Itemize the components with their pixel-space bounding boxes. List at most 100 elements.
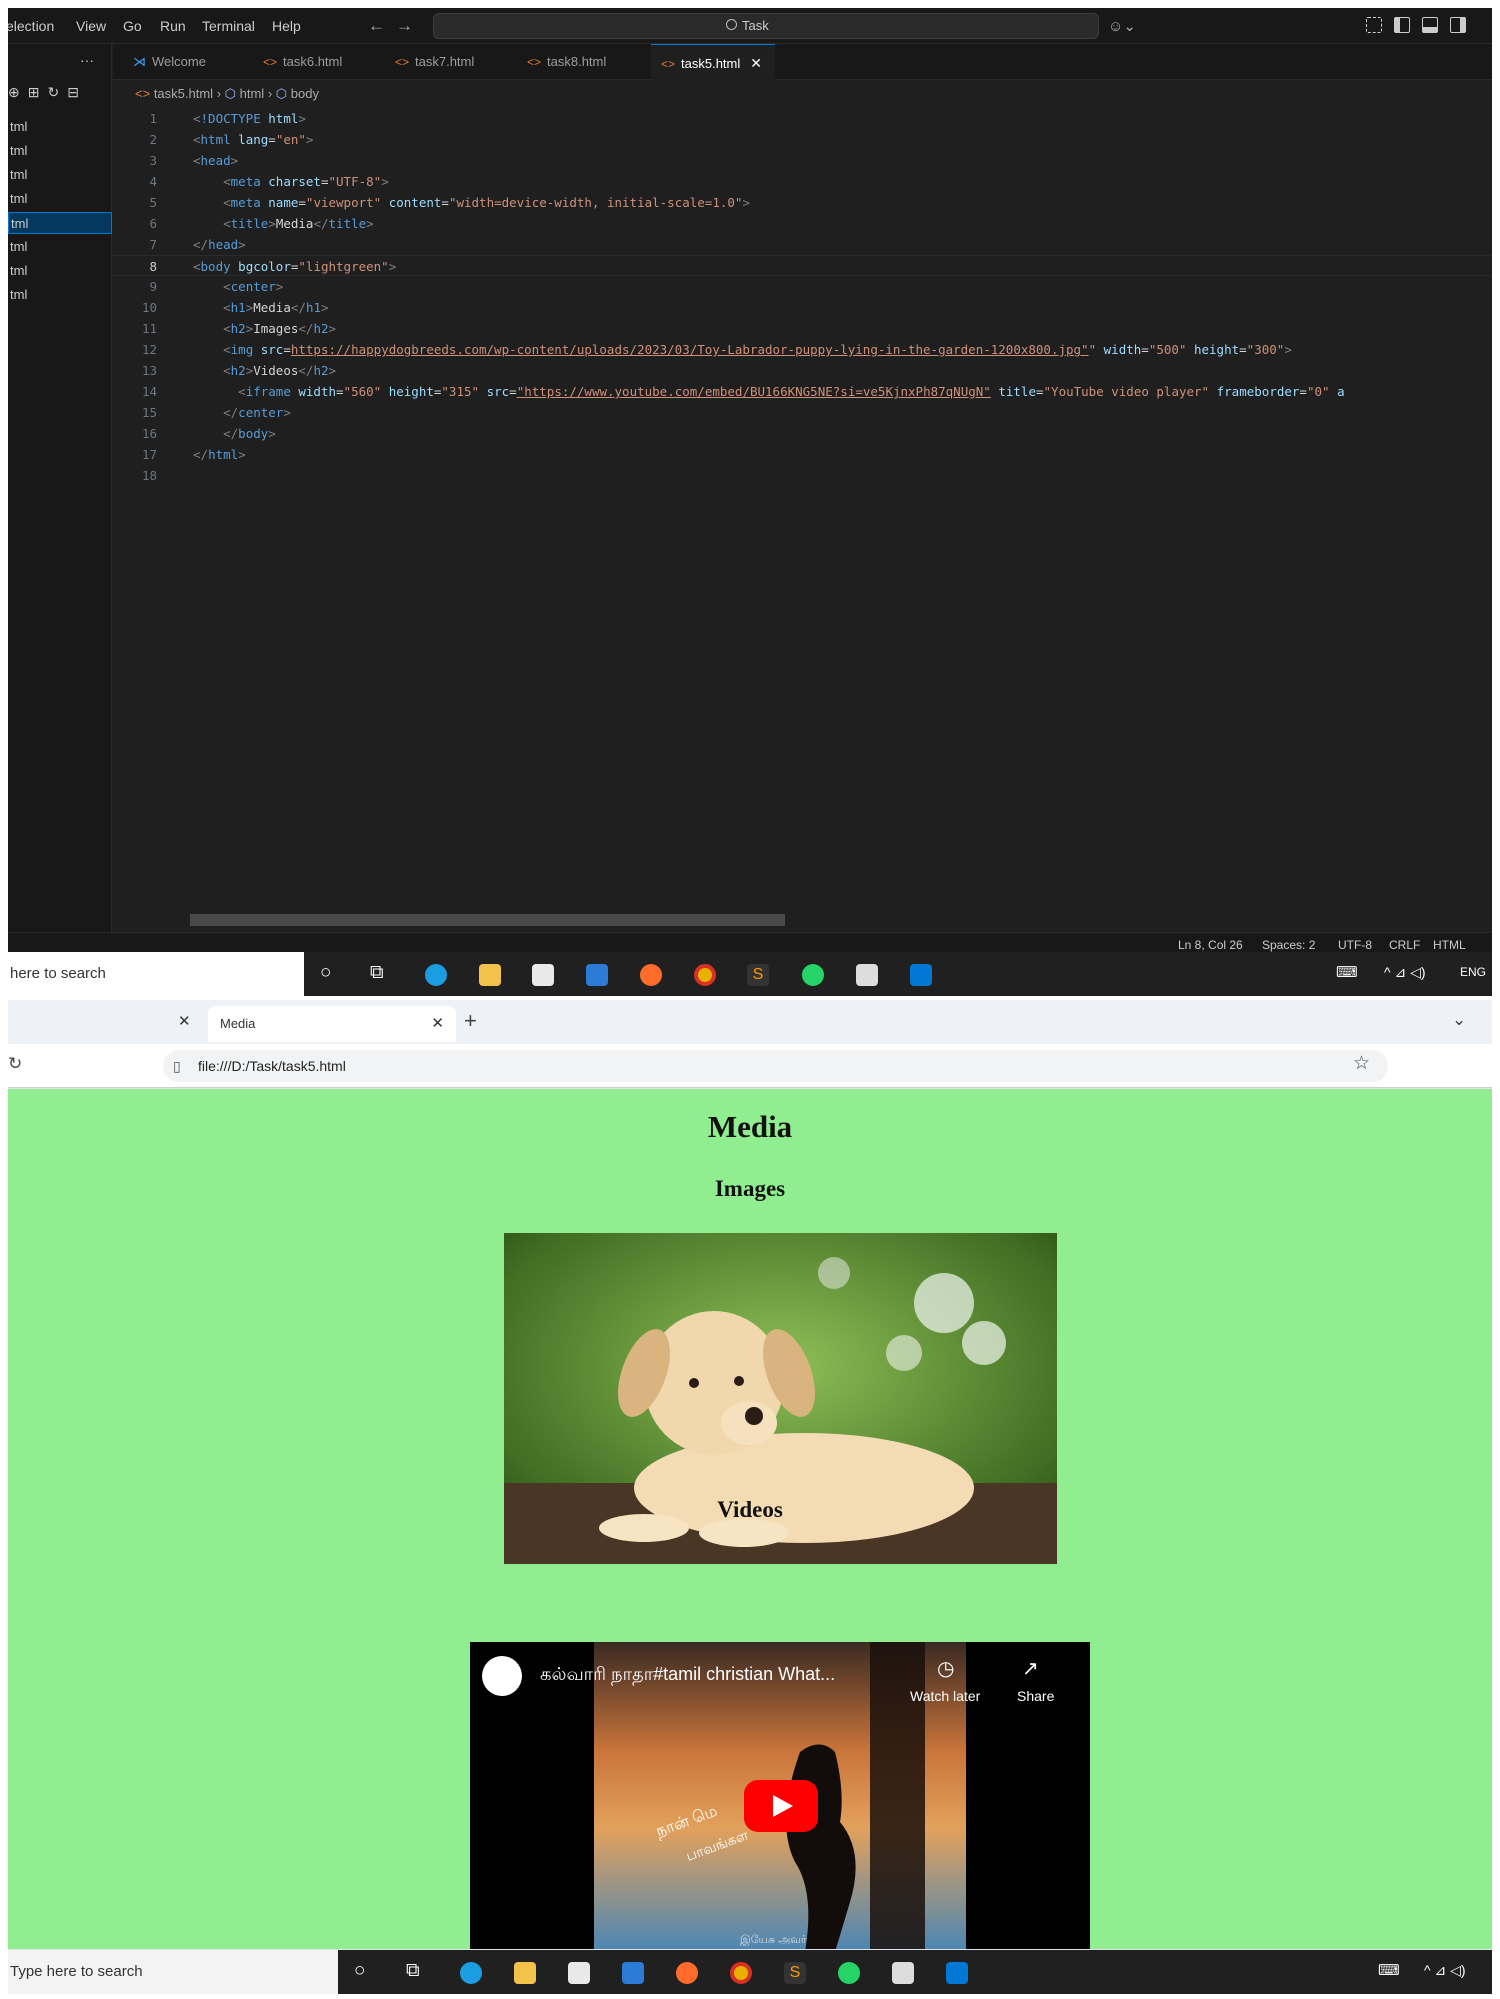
customize-layout-icon[interactable] xyxy=(1366,17,1382,33)
forward-arrow-icon[interactable]: → xyxy=(396,16,413,36)
document-app-icon[interactable] xyxy=(892,1962,914,1984)
tab-task8[interactable]: <> task8.html xyxy=(517,44,645,80)
toggle-secondary-sidebar-icon[interactable] xyxy=(1450,17,1466,33)
encoding[interactable]: UTF-8 xyxy=(1338,938,1372,952)
file-explorer-icon[interactable] xyxy=(514,1962,536,1984)
code-line[interactable]: 14 <iframe width="560" height="315" src=… xyxy=(113,381,1492,402)
menu-run[interactable]: Run xyxy=(160,18,186,34)
video-title[interactable]: கல்வாரி நாதா#tamil christian What... xyxy=(540,1664,835,1687)
browser-tab[interactable]: Media ✕ xyxy=(208,1006,456,1042)
tray-icons[interactable]: ^ ⊿ ◁) xyxy=(1384,964,1426,981)
share-label[interactable]: Share xyxy=(1017,1688,1054,1704)
horizontal-scrollbar[interactable] xyxy=(190,914,785,926)
code-editor[interactable]: 1 <!DOCTYPE html> 2 <html lang="en"> 3 <head>… xyxy=(113,108,1492,928)
keyboard-icon[interactable]: ⌨ xyxy=(1378,1961,1400,1979)
code-line[interactable]: 12 <img src=https://happydogbreeds.com/w… xyxy=(113,339,1492,360)
code-line[interactable]: 13 <h2>Videos</h2> xyxy=(113,360,1492,381)
code-line[interactable]: 8 <body bgcolor="lightgreen"> xyxy=(113,255,1492,276)
mail-icon[interactable] xyxy=(586,964,608,986)
explorer-file[interactable]: tml xyxy=(8,140,112,162)
cursor-position[interactable]: Ln 8, Col 26 xyxy=(1178,938,1243,952)
bookmark-star-icon[interactable]: ☆ xyxy=(1353,1052,1370,1075)
code-line[interactable]: 15 </center> xyxy=(113,402,1492,423)
clock-icon[interactable]: ◷ xyxy=(937,1656,954,1681)
copilot-icon[interactable]: ☺⌄ xyxy=(1108,17,1136,35)
watch-later-label[interactable]: Watch later xyxy=(910,1688,980,1704)
explorer-file[interactable]: tml xyxy=(8,188,112,210)
youtube-embed[interactable]: கல்வாரி நாதா#tamil christian What... ◷ W… xyxy=(470,1642,1090,1949)
code-line[interactable]: 11 <h2>Images</h2> xyxy=(113,318,1492,339)
code-line[interactable]: 7 </head> xyxy=(113,234,1492,255)
cortana-icon[interactable]: ○ xyxy=(354,1960,365,1982)
toggle-panel-icon[interactable] xyxy=(1422,17,1438,33)
close-icon[interactable]: ✕ xyxy=(178,1012,191,1030)
code-line[interactable]: 6 <title>Media</title> xyxy=(113,213,1492,234)
menu-go[interactable]: Go xyxy=(123,18,142,34)
reload-icon[interactable]: ↻ xyxy=(8,1054,22,1074)
more-actions-icon[interactable]: ··· xyxy=(80,52,94,68)
code-line[interactable]: 10 <h1>Media</h1> xyxy=(113,297,1492,318)
explorer-file[interactable]: tml xyxy=(8,164,112,186)
task-view-icon[interactable]: ⧉ xyxy=(370,962,384,984)
breadcrumb-html[interactable]: html xyxy=(240,86,265,101)
whatsapp-icon[interactable] xyxy=(838,1962,860,1984)
code-line[interactable]: 1 <!DOCTYPE html> xyxy=(113,108,1492,129)
store-icon[interactable] xyxy=(568,1962,590,1984)
code-line[interactable]: 2 <html lang="en"> xyxy=(113,129,1492,150)
new-tab-icon[interactable]: + xyxy=(464,1008,477,1034)
document-app-icon[interactable] xyxy=(856,964,878,986)
explorer-file[interactable]: tml xyxy=(8,260,112,282)
store-icon[interactable] xyxy=(532,964,554,986)
command-center[interactable]: Task xyxy=(433,13,1099,39)
explorer-actions-icon[interactable]: ⊕⊞↻⊟ xyxy=(8,84,87,101)
firefox-icon[interactable] xyxy=(640,964,662,986)
close-icon[interactable]: ✕ xyxy=(750,55,762,71)
chevron-down-icon[interactable]: ⌄ xyxy=(1452,1010,1466,1030)
chrome-icon[interactable] xyxy=(694,964,716,986)
explorer-file-selected[interactable]: tml xyxy=(8,212,112,234)
edge-icon[interactable] xyxy=(425,964,447,986)
channel-avatar[interactable] xyxy=(482,1656,522,1696)
share-icon[interactable]: ↗ xyxy=(1022,1656,1039,1681)
tab-task7[interactable]: <> task7.html xyxy=(385,44,513,80)
edge-icon[interactable] xyxy=(460,1962,482,1984)
indentation[interactable]: Spaces: 2 xyxy=(1262,938,1315,952)
url-field[interactable]: ▯ file:///D:/Task/task5.html xyxy=(163,1050,1388,1082)
explorer-file[interactable]: tml xyxy=(8,116,112,138)
tab-welcome[interactable]: ⋊ Welcome xyxy=(123,44,245,80)
task-view-icon[interactable]: ⧉ xyxy=(406,1960,420,1982)
code-line[interactable]: 17 </html> xyxy=(113,444,1492,465)
menu-terminal[interactable]: Terminal xyxy=(202,18,255,34)
language-indicator[interactable]: ENG xyxy=(1460,965,1486,979)
breadcrumb-body[interactable]: body xyxy=(291,86,319,101)
tab-task5[interactable]: <> task5.html ✕ xyxy=(651,44,775,80)
chrome-icon[interactable] xyxy=(730,1962,752,1984)
taskbar-search[interactable]: Type here to search xyxy=(8,1950,338,1994)
line-ending[interactable]: CRLF xyxy=(1389,938,1420,952)
breadcrumb-file[interactable]: task5.html xyxy=(154,86,213,101)
firefox-icon[interactable] xyxy=(676,1962,698,1984)
code-line[interactable]: 9 <center> xyxy=(113,276,1492,297)
mail-icon[interactable] xyxy=(622,1962,644,1984)
toggle-primary-sidebar-icon[interactable] xyxy=(1394,17,1410,33)
taskbar-search[interactable]: here to search xyxy=(8,952,304,996)
whatsapp-icon[interactable] xyxy=(802,964,824,986)
keyboard-icon[interactable]: ⌨ xyxy=(1336,963,1358,981)
code-line[interactable]: 16 </body> xyxy=(113,423,1492,444)
vscode-taskbar-icon[interactable] xyxy=(946,1962,968,1984)
cortana-icon[interactable]: ○ xyxy=(320,962,331,984)
code-line[interactable]: 3 <head> xyxy=(113,150,1492,171)
menu-selection[interactable]: election xyxy=(8,18,54,34)
tray-icons[interactable]: ^ ⊿ ◁) xyxy=(1424,1962,1466,1979)
menu-help[interactable]: Help xyxy=(272,18,301,34)
file-explorer-icon[interactable] xyxy=(479,964,501,986)
code-line[interactable]: 18 xyxy=(113,465,1492,486)
code-line[interactable]: 4 <meta charset="UTF-8"> xyxy=(113,171,1492,192)
code-line[interactable]: 5 <meta name="viewport" content="width=d… xyxy=(113,192,1492,213)
menu-view[interactable]: View xyxy=(76,18,106,34)
sublime-icon[interactable]: S xyxy=(747,964,769,986)
explorer-file[interactable]: tml xyxy=(8,284,112,306)
close-icon[interactable]: ✕ xyxy=(431,1006,444,1042)
sublime-icon[interactable]: S xyxy=(784,1962,806,1984)
back-arrow-icon[interactable]: ← xyxy=(368,16,385,36)
